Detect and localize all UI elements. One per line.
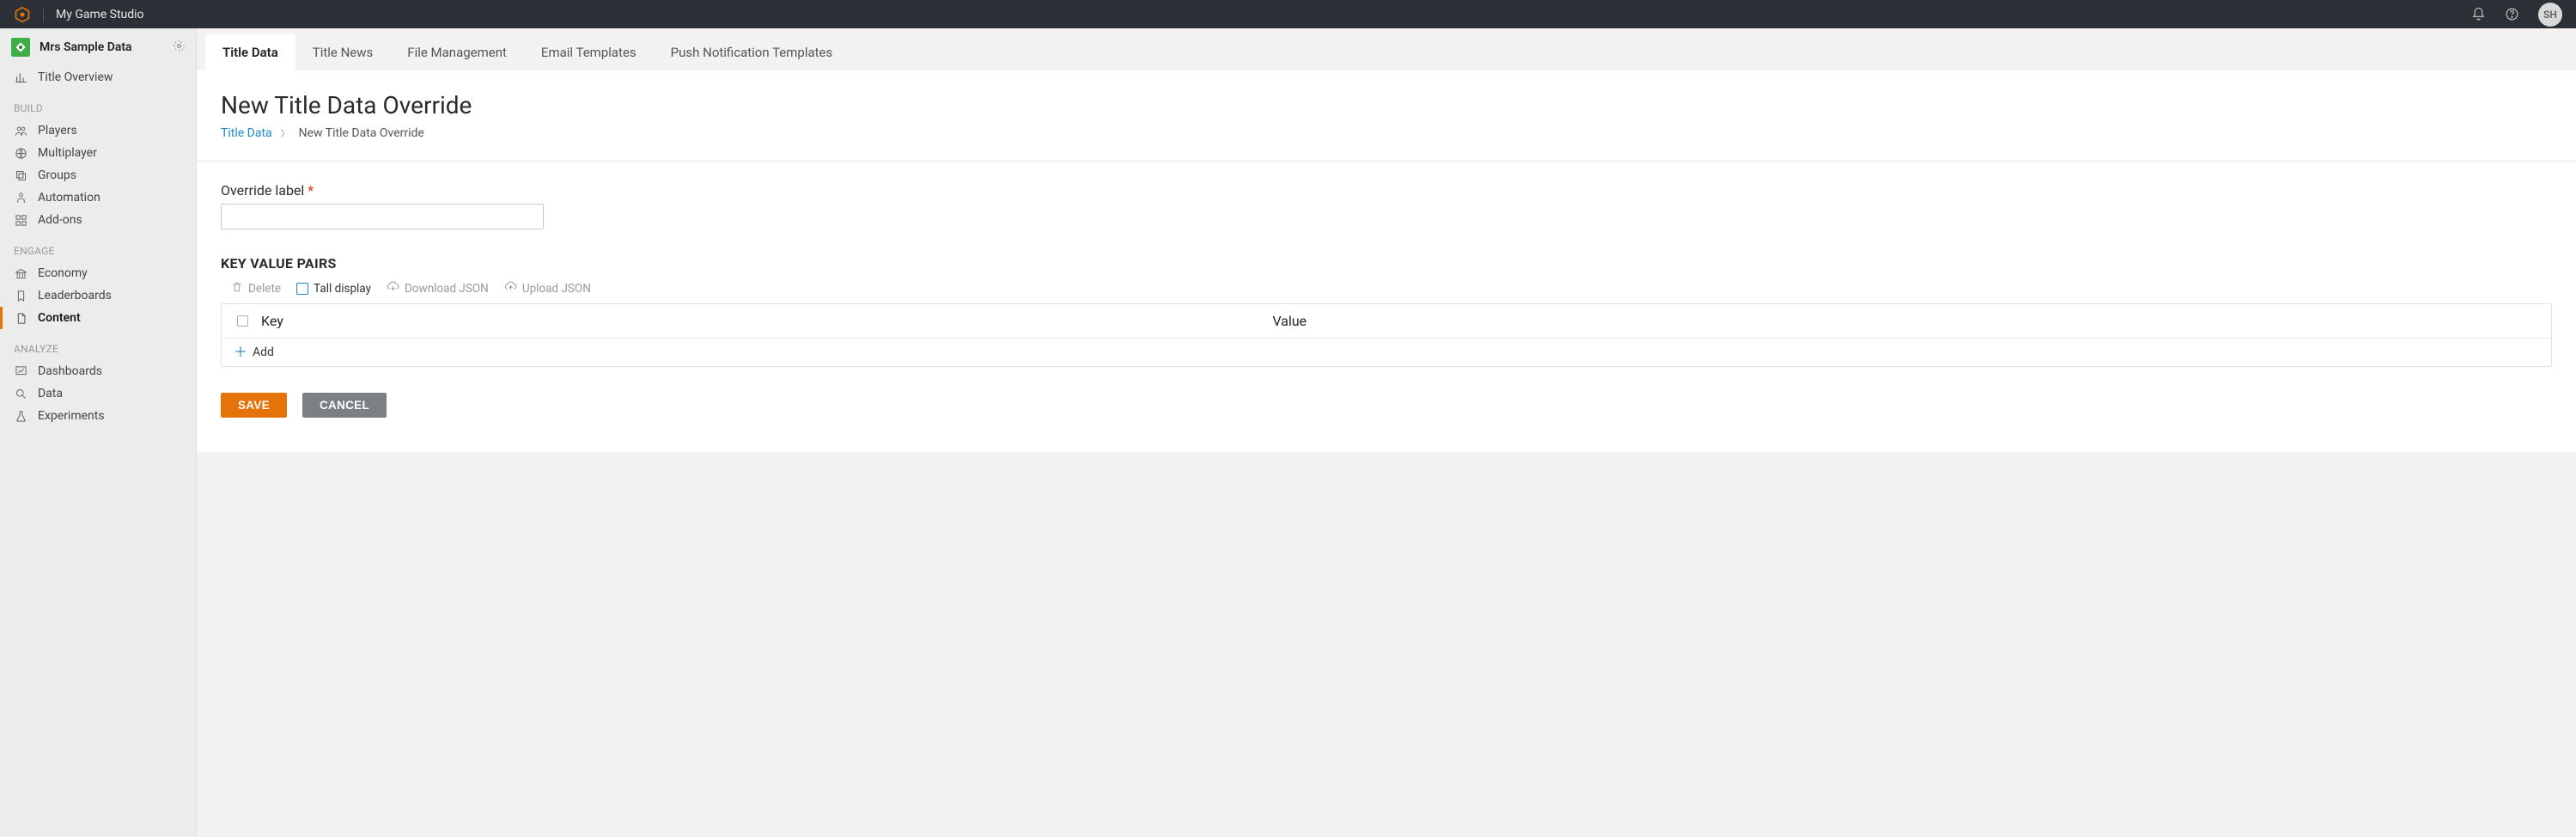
help-icon[interactable] — [2505, 7, 2519, 21]
content-area: Title Data Title News File Management Em… — [197, 28, 2576, 837]
sidebar-item-players[interactable]: Players — [0, 119, 196, 142]
sidebar-item-groups[interactable]: Groups — [0, 164, 196, 186]
trash-icon — [231, 281, 243, 296]
override-label-field-label: Override label * — [221, 182, 2552, 199]
kv-tool-download-json[interactable]: Download JSON — [387, 280, 489, 296]
kv-section-heading: KEY VALUE PAIRS — [221, 255, 2552, 272]
breadcrumbs: Title Data 〉 New Title Data Override — [221, 126, 2552, 140]
search-icon — [14, 387, 27, 400]
sidebar-section-engage: ENGAGE — [0, 231, 196, 262]
players-icon — [14, 124, 27, 137]
override-label-input[interactable] — [221, 204, 544, 229]
sidebar: Mrs Sample Data Title Overview BUILD Pla… — [0, 28, 197, 837]
sidebar-section-analyze: ANALYZE — [0, 329, 196, 360]
tab-title-news[interactable]: Title News — [295, 34, 391, 70]
sidebar-item-automation[interactable]: Automation — [0, 186, 196, 209]
kv-tool-delete[interactable]: Delete — [231, 281, 281, 296]
sidebar-item-label: Multiplayer — [38, 146, 97, 160]
sidebar-item-label: Economy — [38, 266, 88, 280]
sidebar-item-leaderboards[interactable]: Leaderboards — [0, 284, 196, 307]
sidebar-item-label: Content — [38, 311, 81, 325]
page-divider — [197, 161, 2576, 162]
kv-add-row[interactable]: ＋ Add — [222, 339, 2551, 366]
document-icon — [14, 311, 27, 325]
form-actions: SAVE CANCEL — [221, 393, 2552, 418]
page: New Title Data Override Title Data 〉 New… — [197, 70, 2576, 452]
flask-icon — [14, 409, 27, 423]
grid-icon — [14, 213, 27, 227]
kv-select-all-checkbox[interactable] — [237, 315, 261, 327]
sidebar-item-label: Add-ons — [38, 213, 82, 227]
bar-chart-icon — [14, 70, 27, 84]
kv-column-value: Value — [1272, 313, 2536, 329]
sidebar-item-label: Groups — [38, 168, 76, 182]
cloud-download-icon — [387, 280, 399, 296]
globe-icon — [14, 146, 27, 160]
sidebar-item-label: Data — [38, 387, 63, 400]
sidebar-item-dashboards[interactable]: Dashboards — [0, 360, 196, 382]
kv-toolbar: Delete Tall display Download JSON Upload… — [221, 277, 2552, 303]
breadcrumb-current: New Title Data Override — [299, 126, 424, 140]
bank-icon — [14, 266, 27, 280]
sidebar-item-economy[interactable]: Economy — [0, 262, 196, 284]
sidebar-item-multiplayer[interactable]: Multiplayer — [0, 142, 196, 164]
sidebar-item-data[interactable]: Data — [0, 382, 196, 405]
sidebar-item-addons[interactable]: Add-ons — [0, 209, 196, 231]
kv-tool-upload-json[interactable]: Upload JSON — [504, 280, 591, 296]
chevron-right-icon: 〉 — [281, 126, 290, 140]
playfab-logo-icon[interactable] — [14, 6, 31, 23]
robot-icon — [14, 191, 27, 205]
sidebar-item-label: Players — [38, 124, 77, 137]
topbar-divider — [43, 7, 44, 22]
sidebar-item-label: Leaderboards — [38, 289, 112, 302]
plus-icon: ＋ — [234, 345, 247, 359]
save-button[interactable]: SAVE — [221, 393, 287, 418]
kv-column-key: Key — [261, 313, 1272, 329]
checkbox-icon — [296, 283, 308, 295]
title-app-icon — [10, 37, 31, 58]
sidebar-item-experiments[interactable]: Experiments — [0, 405, 196, 427]
title-header[interactable]: Mrs Sample Data — [0, 28, 196, 66]
sidebar-item-title-overview[interactable]: Title Overview — [0, 66, 196, 89]
notifications-icon[interactable] — [2471, 7, 2486, 21]
kv-tool-tall-display[interactable]: Tall display — [296, 282, 371, 296]
sidebar-item-content[interactable]: Content — [0, 307, 196, 329]
title-name: Mrs Sample Data — [40, 40, 132, 55]
kv-table: Key Value ＋ Add — [221, 303, 2552, 367]
breadcrumb-link-title-data[interactable]: Title Data — [221, 126, 272, 140]
user-avatar[interactable]: SH — [2538, 3, 2562, 27]
layers-icon — [14, 168, 27, 182]
dashboard-icon — [14, 364, 27, 378]
cancel-button[interactable]: CANCEL — [302, 393, 387, 418]
tab-push-notification-templates[interactable]: Push Notification Templates — [654, 34, 850, 70]
sidebar-item-label: Dashboards — [38, 364, 102, 378]
sidebar-item-label: Title Overview — [38, 70, 113, 84]
tabs: Title Data Title News File Management Em… — [197, 34, 2576, 70]
sidebar-section-build: BUILD — [0, 89, 196, 119]
kv-table-header: Key Value — [222, 304, 2551, 339]
required-asterisk: * — [308, 182, 314, 199]
topbar: My Game Studio SH — [0, 0, 2576, 28]
page-title: New Title Data Override — [221, 91, 2552, 119]
sidebar-item-label: Experiments — [38, 409, 105, 423]
tab-email-templates[interactable]: Email Templates — [524, 34, 654, 70]
bookmark-icon — [14, 289, 27, 302]
tab-file-management[interactable]: File Management — [390, 34, 524, 70]
sidebar-item-label: Automation — [38, 191, 100, 205]
tab-title-data[interactable]: Title Data — [205, 34, 295, 70]
cloud-upload-icon — [504, 280, 517, 296]
gear-icon[interactable] — [173, 40, 186, 56]
studio-name[interactable]: My Game Studio — [56, 8, 144, 21]
